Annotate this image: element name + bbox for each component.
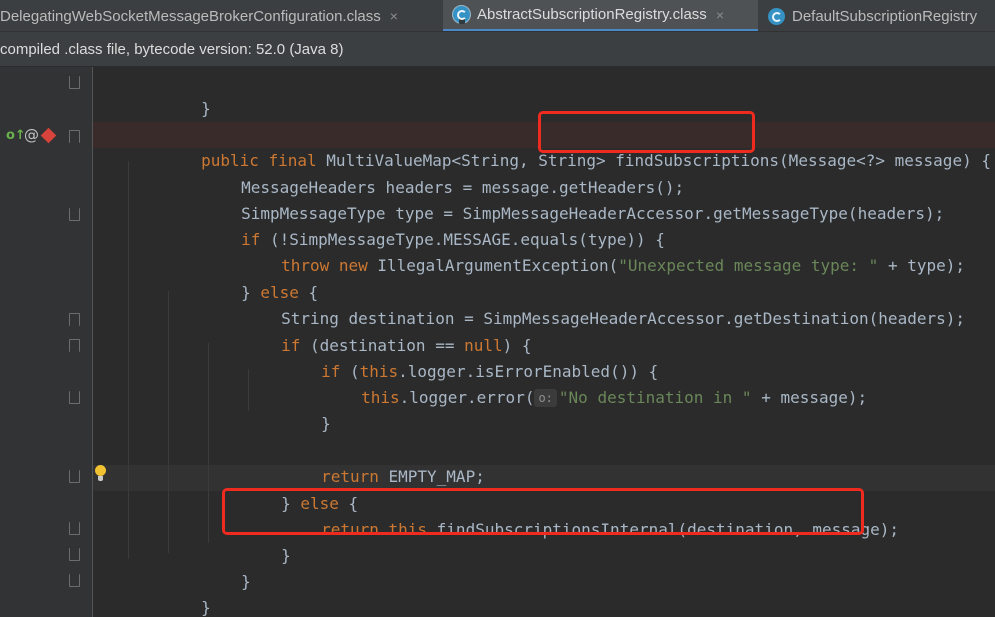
parameter-hint: o: [534,389,557,407]
editor-gutter[interactable]: o↑ @ [0,67,92,617]
ide-window: DelegatingWebSocketMessageBrokerConfigur… [0,0,995,617]
tab-label: DefaultSubscriptionRegistry [792,7,978,25]
code-editor[interactable]: o↑ @ } public final MultiValueMap<String… [0,67,995,617]
fold-icon[interactable] [69,391,80,404]
tab-abstract-subscription-registry[interactable]: AbstractSubscriptionRegistry.class × [443,0,758,31]
close-icon[interactable]: × [716,7,724,23]
code-line[interactable]: } [244,385,331,433]
code-line[interactable]: if (destination == null) { [204,307,531,355]
code-area[interactable]: } public final MultiValueMap<String, Str… [93,67,995,617]
fold-icon[interactable] [69,548,80,561]
code-line-method-signature[interactable]: public final MultiValueMap<String, Strin… [124,122,991,170]
fold-icon[interactable] [69,130,80,143]
decompiled-file-banner: compiled .class file, bytecode version: … [0,32,995,67]
abstract-class-icon [453,6,470,24]
annotation-icon[interactable]: @ [24,127,39,143]
code-line[interactable]: return EMPTY_MAP; [244,438,485,486]
class-icon [768,7,785,25]
code-line[interactable]: MessageHeaders headers = message.getHead… [164,149,684,197]
tab-default-subscription-registry[interactable]: DefaultSubscriptionRegistry [768,0,978,31]
code-line-return-internal[interactable]: return this.findSubscriptionsInternal(de… [244,491,899,539]
override-marker-icon[interactable]: o↑ [6,128,26,144]
fold-icon[interactable] [69,208,80,221]
code-line[interactable]: this.logger.error(o: "No destination in "… [284,359,867,407]
code-line[interactable]: } [124,569,211,617]
code-line[interactable]: SimpMessageType type = SimpMessageHeader… [164,175,944,223]
fold-icon[interactable] [69,470,80,483]
fold-icon[interactable] [69,574,80,587]
tab-label: DelegatingWebSocketMessageBrokerConfigur… [0,7,381,25]
code-line[interactable]: } else { [204,465,358,513]
tab-label: AbstractSubscriptionRegistry.class [477,6,707,23]
close-icon[interactable]: × [390,8,398,24]
code-line[interactable]: } [204,517,291,565]
code-line[interactable]: if (this.logger.isErrorEnabled()) { [244,333,658,381]
code-line[interactable]: throw new IllegalArgumentException("Unex… [204,227,965,275]
indent-guide [128,161,129,559]
code-line[interactable]: } else { [164,254,318,302]
code-line[interactable]: } [164,543,251,591]
fold-icon[interactable] [69,339,80,352]
fold-icon[interactable] [69,313,80,326]
code-line[interactable]: if (!SimpMessageType.MESSAGE.equals(type… [164,201,665,249]
tab-delegating-config[interactable]: DelegatingWebSocketMessageBrokerConfigur… [0,0,398,31]
fold-icon[interactable] [69,522,80,535]
banner-text: compiled .class file, bytecode version: … [0,41,344,58]
code-line[interactable]: String destination = SimpMessageHeaderAc… [204,280,965,328]
editor-tab-bar: DelegatingWebSocketMessageBrokerConfigur… [0,0,995,32]
fold-icon[interactable] [69,76,80,89]
breakpoint-diamond-icon[interactable] [40,127,57,144]
code-line[interactable]: } [124,70,211,118]
